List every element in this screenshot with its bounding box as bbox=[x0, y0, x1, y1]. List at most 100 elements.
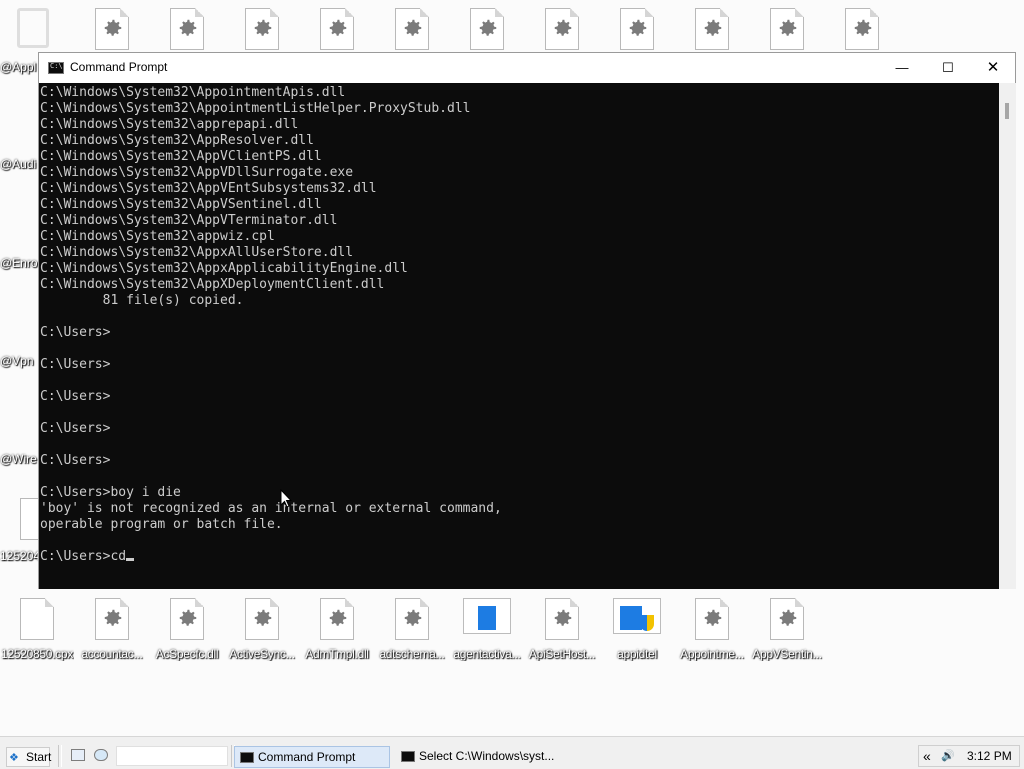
maximize-button[interactable]: ☐ bbox=[925, 53, 971, 83]
console-line: C:\Windows\System32\AppointmentApis.dll bbox=[40, 85, 346, 100]
desktop-icon-accountac[interactable]: accountac... bbox=[75, 598, 149, 670]
gear-icon bbox=[402, 17, 424, 39]
desktop-icon-label[interactable]: @Wire bbox=[0, 452, 37, 466]
shield-icon bbox=[613, 598, 661, 634]
console-icon bbox=[240, 752, 254, 763]
console-line: C:\Windows\System32\AppVClientPS.dll bbox=[40, 149, 322, 164]
address-toolbar-input[interactable] bbox=[116, 746, 228, 766]
minimize-button[interactable]: — bbox=[879, 53, 925, 83]
start-label: Start bbox=[26, 750, 52, 764]
console-icon bbox=[48, 62, 64, 74]
gear-icon bbox=[702, 17, 724, 39]
gear-icon bbox=[627, 17, 649, 39]
gear-icon bbox=[777, 607, 799, 629]
gear-icon bbox=[102, 17, 124, 39]
desktop-icon-label: 12520850.cpx bbox=[1, 647, 73, 661]
desktop-icon-label[interactable]: 125204 bbox=[0, 549, 40, 563]
console-line: C:\Users> bbox=[40, 421, 111, 436]
desktop-icon-label[interactable]: @Appl bbox=[0, 60, 36, 74]
desktop-icon-label[interactable]: @Audi bbox=[0, 157, 36, 171]
desktop-icon-agentactiva[interactable]: agentactiva... bbox=[450, 598, 524, 670]
desktop-icon-adtschema[interactable]: adtschema... bbox=[375, 598, 449, 670]
desktop-icon-label: AcSpecfc.dll bbox=[155, 647, 219, 661]
volume-icon[interactable]: 🔊 bbox=[941, 749, 955, 762]
start-button[interactable]: ❖ Start bbox=[6, 747, 52, 767]
taskbar-item-select-windows[interactable]: Select C:\Windows\syst... bbox=[396, 746, 586, 768]
desktop-icon-label: ApiSetHost... bbox=[528, 647, 596, 661]
title-bar[interactable]: Command Prompt — ☐ ✕ bbox=[39, 53, 1015, 83]
explorer-icon[interactable] bbox=[94, 749, 108, 761]
tray-expand-button[interactable]: « bbox=[923, 748, 931, 764]
console-output[interactable]: C:\Windows\System32\AppointmentApis.dll C… bbox=[39, 83, 999, 589]
vertical-scrollbar[interactable] bbox=[999, 83, 1016, 589]
gear-icon bbox=[852, 17, 874, 39]
scrollbar-thumb[interactable] bbox=[1005, 103, 1009, 119]
console-line: C:\Users> bbox=[40, 453, 111, 468]
gear-icon bbox=[102, 607, 124, 629]
show-desktop-icon[interactable] bbox=[71, 749, 85, 761]
command-input[interactable]: cd bbox=[110, 549, 126, 564]
desktop-icon-label: agentactiva... bbox=[453, 647, 521, 661]
console-line: C:\Windows\System32\AppxApplicabilityEng… bbox=[40, 261, 408, 276]
console-line: C:\Windows\System32\AppResolver.dll bbox=[40, 133, 314, 148]
file-icon bbox=[20, 598, 54, 640]
taskbar-item-label: Command Prompt bbox=[258, 750, 356, 764]
clock[interactable]: 3:12 PM bbox=[967, 749, 1012, 763]
windows-logo-icon: ❖ bbox=[9, 752, 19, 764]
gear-icon bbox=[177, 17, 199, 39]
desktop-icon-label: AppVSentin... bbox=[752, 647, 822, 661]
desktop-icon-apisethost[interactable]: ApiSetHost... bbox=[525, 598, 599, 670]
desktop-icon-label: AdmTmpl.dll bbox=[305, 647, 369, 661]
console-line: operable program or batch file. bbox=[40, 517, 283, 532]
command-prompt-window[interactable]: Command Prompt — ☐ ✕ C:\Windows\System32… bbox=[38, 52, 1016, 589]
desktop-icon-label[interactable]: @Enro bbox=[0, 256, 38, 270]
desktop-icon-activesync[interactable]: ActiveSync... bbox=[225, 598, 299, 670]
console-line: C:\Windows\System32\apprepapi.dll bbox=[40, 117, 299, 132]
gear-icon bbox=[402, 607, 424, 629]
desktop-icon-appidtel[interactable]: appidtel bbox=[600, 598, 674, 670]
console-line: C:\Users> bbox=[40, 389, 111, 404]
window-title: Command Prompt bbox=[70, 60, 168, 74]
desktop-icon-appvsentin[interactable]: AppVSentin... bbox=[750, 598, 824, 670]
taskbar-item-command-prompt[interactable]: Command Prompt bbox=[234, 746, 390, 768]
gear-icon bbox=[477, 17, 499, 39]
console-line: C:\Windows\System32\AppVEntSubsystems32.… bbox=[40, 181, 377, 196]
taskbar: ❖ Start Command Prompt Select C:\Windows… bbox=[0, 736, 1024, 769]
taskbar-item-label: Select C:\Windows\syst... bbox=[419, 749, 555, 763]
desktop-icon-acspecfc[interactable]: AcSpecfc.dll bbox=[150, 598, 224, 670]
desktop-icon-blank-file[interactable] bbox=[20, 498, 40, 540]
close-button[interactable]: ✕ bbox=[970, 53, 1016, 83]
desktop-icon-label: Appointme... bbox=[680, 647, 744, 661]
gear-icon bbox=[552, 607, 574, 629]
app-thumbnail-icon bbox=[463, 598, 511, 634]
desktop-icon-cpx[interactable]: 12520850.cpx bbox=[0, 598, 74, 670]
desktop-icon-appointme[interactable]: Appointme... bbox=[675, 598, 749, 670]
gear-icon bbox=[327, 17, 349, 39]
console-line: C:\Windows\System32\AppVDllSurrogate.exe bbox=[40, 165, 354, 180]
desktop-icon-label: appidtel bbox=[617, 647, 657, 661]
console-line: 'boy' is not recognized as an internal o… bbox=[40, 501, 502, 516]
console-line: C:\Windows\System32\appwiz.cpl bbox=[40, 229, 275, 244]
desktop-icon-label: accountac... bbox=[81, 647, 143, 661]
console-line: C:\Windows\System32\AppxAllUserStore.dll bbox=[40, 245, 354, 260]
console-line: C:\Windows\System32\AppointmentListHelpe… bbox=[40, 101, 471, 116]
console-line: C:\Users> bbox=[40, 325, 111, 340]
gear-icon bbox=[552, 17, 574, 39]
gear-icon bbox=[252, 607, 274, 629]
desktop-icon-admtmpl[interactable]: AdmTmpl.dll bbox=[300, 598, 374, 670]
mouse-pointer-icon bbox=[280, 489, 292, 508]
desktop-icon-label[interactable]: @Vpn bbox=[0, 354, 34, 368]
desktop-icon-label: ActiveSync... bbox=[229, 647, 295, 661]
prompt: C:\Users> bbox=[40, 549, 111, 564]
gear-icon bbox=[777, 17, 799, 39]
gear-icon bbox=[702, 607, 724, 629]
desktop-icon-label: adtschema... bbox=[379, 647, 445, 661]
gear-icon bbox=[327, 607, 349, 629]
console-prompt-line[interactable]: C:\Users>cd bbox=[40, 549, 999, 565]
